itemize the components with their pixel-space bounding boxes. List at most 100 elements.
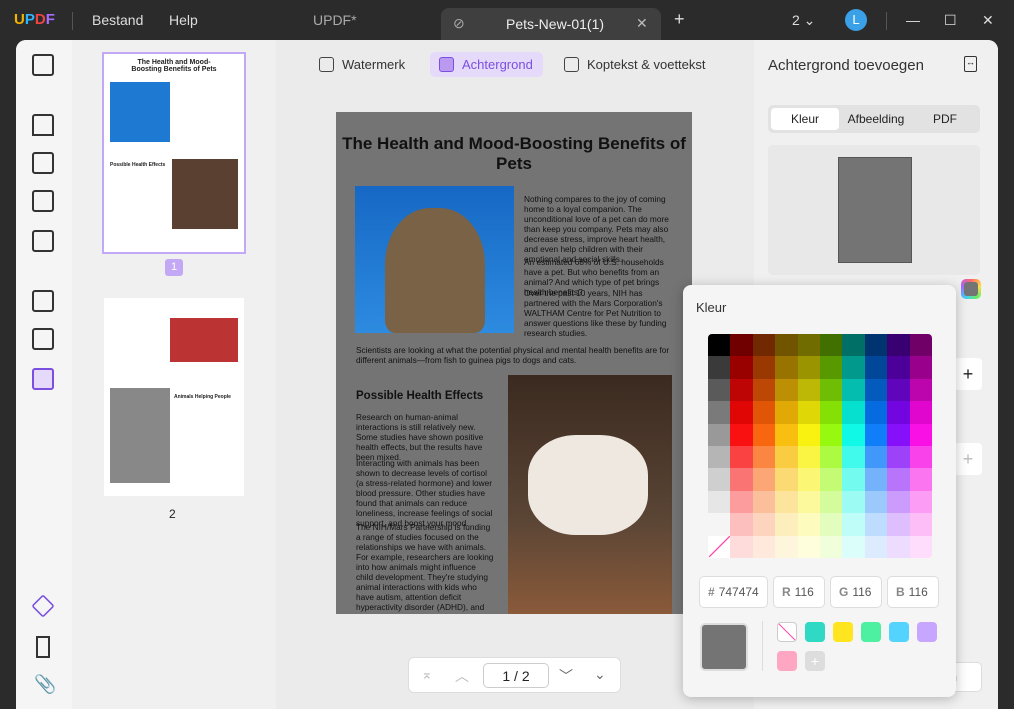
palette-color-cell[interactable]: [819, 356, 843, 379]
palette-color-cell[interactable]: [730, 513, 753, 536]
palette-color-cell[interactable]: [730, 334, 753, 357]
window-count[interactable]: 2 ⌄: [792, 12, 815, 29]
palette-color-cell[interactable]: [752, 513, 776, 536]
palette-color-cell[interactable]: [797, 490, 820, 514]
palette-color-cell[interactable]: [708, 401, 731, 424]
palette-color-cell[interactable]: [708, 356, 731, 379]
tab-pdf[interactable]: PDF: [912, 108, 978, 130]
palette-color-cell[interactable]: [864, 423, 888, 446]
palette-color-cell[interactable]: [775, 356, 798, 379]
palette-color-cell[interactable]: [775, 378, 798, 402]
palette-color-cell[interactable]: [909, 423, 932, 446]
palette-color-cell[interactable]: [819, 378, 843, 402]
palette-color-cell[interactable]: [752, 468, 776, 491]
recent-color-swatch[interactable]: [805, 622, 825, 642]
palette-color-cell[interactable]: [708, 468, 731, 491]
palette-color-cell[interactable]: [730, 490, 753, 514]
palette-color-cell[interactable]: [842, 378, 865, 402]
add-custom-color-button[interactable]: +: [805, 651, 825, 671]
palette-color-cell[interactable]: [909, 490, 932, 514]
recent-color-swatch[interactable]: [917, 622, 937, 642]
palette-color-cell[interactable]: [864, 378, 888, 402]
palette-color-cell[interactable]: [708, 334, 731, 357]
palette-color-cell[interactable]: [909, 535, 932, 558]
add-button-disabled[interactable]: +: [954, 443, 982, 475]
palette-color-cell[interactable]: [797, 423, 820, 446]
palette-color-cell[interactable]: [797, 378, 820, 402]
palette-color-cell[interactable]: [819, 490, 843, 514]
palette-color-cell[interactable]: [730, 468, 753, 491]
palette-color-cell[interactable]: [819, 445, 843, 469]
palette-color-cell[interactable]: [752, 445, 776, 469]
palette-color-cell[interactable]: [864, 445, 888, 469]
close-tab-icon[interactable]: ✕: [636, 15, 648, 32]
palette-color-cell[interactable]: [797, 468, 820, 491]
palette-color-cell[interactable]: [909, 334, 932, 357]
palette-color-cell[interactable]: [887, 378, 910, 402]
layers-icon[interactable]: [31, 594, 55, 618]
last-page-icon[interactable]: ⌄: [594, 666, 606, 683]
tool-background[interactable]: Achtergrond: [430, 52, 543, 77]
recent-color-swatch[interactable]: [777, 622, 797, 642]
hex-input[interactable]: #747474: [699, 576, 768, 608]
tab-kleur[interactable]: Kleur: [771, 108, 839, 130]
palette-color-cell[interactable]: [797, 513, 820, 536]
palette-color-cell[interactable]: [752, 535, 776, 558]
palette-color-cell[interactable]: [730, 356, 753, 379]
palette-color-cell[interactable]: [842, 468, 865, 491]
palette-color-cell[interactable]: [887, 423, 910, 446]
palette-color-cell[interactable]: [708, 378, 731, 402]
palette-color-cell[interactable]: [752, 490, 776, 514]
palette-color-cell[interactable]: [775, 513, 798, 536]
page-tools-icon[interactable]: [32, 368, 54, 390]
palette-color-cell[interactable]: [730, 401, 753, 424]
palette-color-cell[interactable]: [730, 445, 753, 469]
palette-color-cell[interactable]: [909, 468, 932, 491]
palette-color-cell[interactable]: [752, 356, 776, 379]
g-input[interactable]: G 116: [830, 576, 882, 608]
palette-color-cell[interactable]: [819, 401, 843, 424]
palette-color-cell[interactable]: [819, 423, 843, 446]
recent-color-swatch[interactable]: [833, 622, 853, 642]
palette-color-cell[interactable]: [887, 490, 910, 514]
palette-color-cell[interactable]: [819, 535, 843, 558]
recent-color-swatch[interactable]: [861, 622, 881, 642]
color-palette-grid[interactable]: [708, 334, 932, 558]
palette-color-cell[interactable]: [887, 356, 910, 379]
palette-color-cell[interactable]: [819, 334, 843, 357]
palette-color-cell[interactable]: [842, 445, 865, 469]
palette-color-cell[interactable]: [730, 378, 753, 402]
palette-color-cell[interactable]: [909, 513, 932, 536]
palette-color-cell[interactable]: [864, 356, 888, 379]
prev-page-icon[interactable]: ︿: [455, 666, 469, 686]
palette-color-cell[interactable]: [708, 513, 731, 536]
edit-pdf-icon[interactable]: [32, 152, 54, 174]
menu-bestand[interactable]: Bestand: [92, 12, 143, 28]
highlighter-icon[interactable]: [32, 114, 54, 136]
palette-color-cell[interactable]: [864, 490, 888, 514]
palette-color-cell[interactable]: [864, 513, 888, 536]
crop-icon[interactable]: [32, 328, 54, 350]
palette-color-cell[interactable]: [797, 356, 820, 379]
palette-color-cell[interactable]: [909, 356, 932, 379]
expand-panel-icon[interactable]: ↔: [964, 56, 977, 72]
palette-color-cell[interactable]: [842, 490, 865, 514]
palette-color-cell[interactable]: [909, 401, 932, 424]
palette-color-cell[interactable]: [797, 445, 820, 469]
palette-color-cell[interactable]: [752, 423, 776, 446]
tab-afbeelding[interactable]: Afbeelding: [842, 108, 910, 130]
palette-color-cell[interactable]: [842, 423, 865, 446]
palette-color-cell[interactable]: [819, 513, 843, 536]
palette-color-cell[interactable]: [887, 513, 910, 536]
tool-header-footer[interactable]: Koptekst & voettekst: [555, 52, 716, 77]
palette-color-cell[interactable]: [887, 535, 910, 558]
palette-color-cell[interactable]: [775, 490, 798, 514]
maximize-button[interactable]: ☐: [944, 12, 957, 29]
palette-color-cell[interactable]: [842, 535, 865, 558]
palette-color-cell[interactable]: [752, 401, 776, 424]
attachment-icon[interactable]: 📎: [34, 674, 56, 695]
palette-color-cell[interactable]: [864, 401, 888, 424]
first-page-icon[interactable]: ⌅: [421, 666, 433, 683]
page-input[interactable]: 1 / 2: [483, 663, 549, 688]
palette-color-cell[interactable]: [730, 423, 753, 446]
